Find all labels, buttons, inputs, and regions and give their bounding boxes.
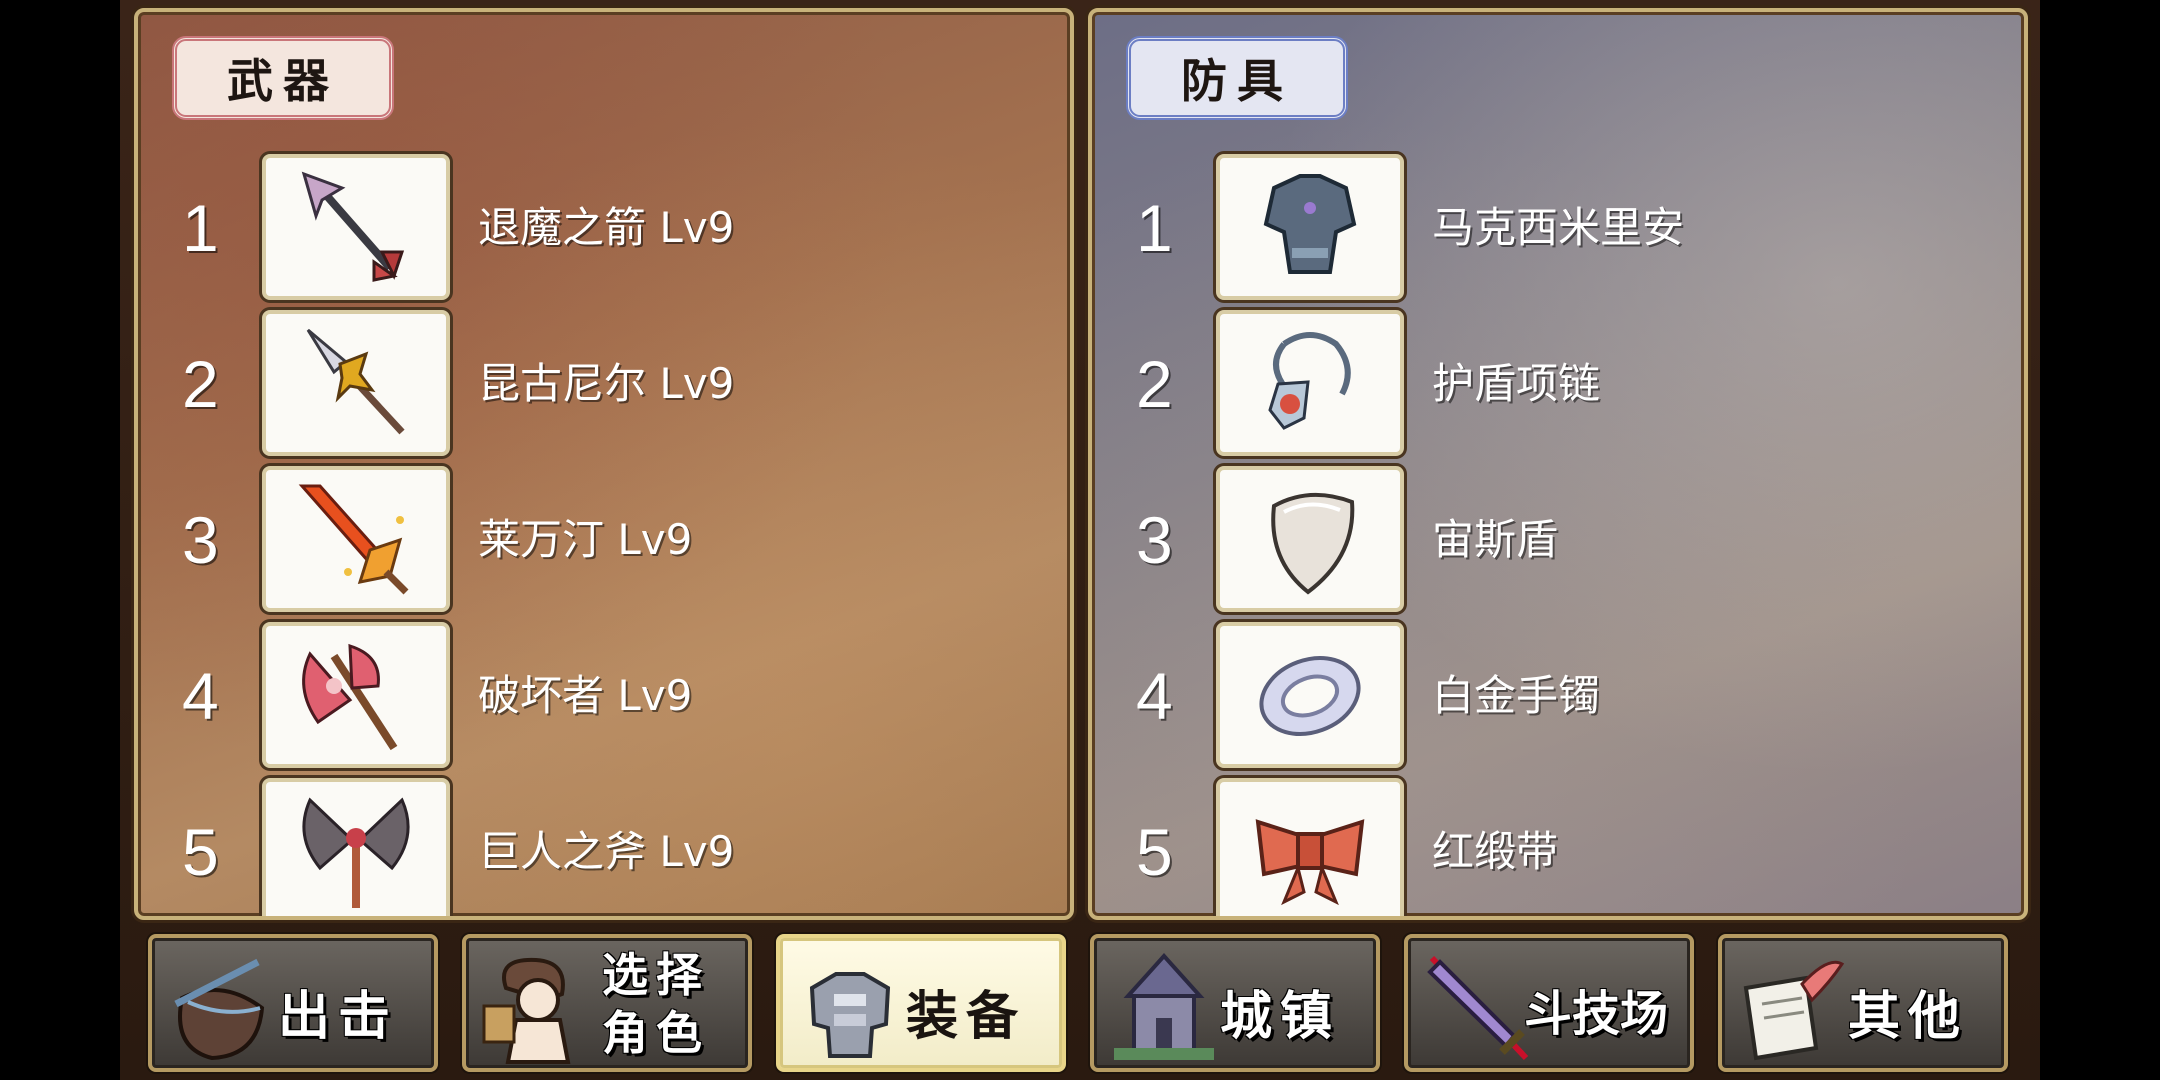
armor-row-3[interactable]: 3 宙斯盾 xyxy=(1092,466,2024,612)
armor-row-1[interactable]: 1 马克西米里安 xyxy=(1092,154,2024,300)
sword-icon xyxy=(1427,955,1529,1061)
armor-name: 红缎带 xyxy=(1432,827,1559,876)
nav-other-button[interactable]: 其他 xyxy=(1718,934,2008,1072)
bottom-nav: 出击 选择 角色 装备 城镇 斗技场 其他 xyxy=(120,928,2040,1080)
bracelet-icon xyxy=(1259,656,1361,736)
row-number: 2 xyxy=(182,347,219,421)
armor-name: 白金手镯 xyxy=(1432,671,1601,720)
armor-row-5[interactable]: 5 红缎带 xyxy=(1092,778,2024,916)
castle-icon xyxy=(1114,953,1214,1060)
nav-select-character-button[interactable]: 选择 角色 xyxy=(462,934,752,1072)
row-number: 1 xyxy=(182,191,219,265)
ribbon-icon xyxy=(1255,819,1365,906)
item-slot[interactable] xyxy=(1216,778,1404,916)
row-number: 3 xyxy=(182,503,219,577)
plate-armor-icon xyxy=(1263,174,1357,274)
row-number: 5 xyxy=(182,815,219,889)
nav-equipment-button[interactable]: 装备 xyxy=(776,934,1066,1072)
nav-equipment-label: 装备 xyxy=(906,987,1027,1047)
giant-axe-icon xyxy=(302,797,410,908)
weapon-row-4[interactable]: 4 破坏者 Lv9 xyxy=(138,622,1070,768)
armor-row-2[interactable]: 2 护盾项链 xyxy=(1092,310,2024,456)
weapon-name: 巨人之斧 Lv9 xyxy=(478,827,735,876)
armor-name: 护盾项链 xyxy=(1432,359,1601,408)
armor-icon xyxy=(809,972,891,1058)
row-number: 1 xyxy=(1136,191,1173,265)
nav-arena-label: 斗技场 xyxy=(1524,986,1669,1042)
weapon-panel: 武器 1 退魔之箭 Lv9 2 昆古尼尔 Lv9 3 莱万汀 Lv9 4 破坏者… xyxy=(134,8,1074,920)
weapon-row-3[interactable]: 3 莱万汀 Lv9 xyxy=(138,466,1070,612)
row-number: 4 xyxy=(1136,659,1173,733)
weapon-row-2[interactable]: 2 昆古尼尔 Lv9 xyxy=(138,310,1070,456)
shield-icon xyxy=(1271,492,1355,595)
nav-select-line1: 选择 xyxy=(602,948,710,1002)
scroll-icon xyxy=(1743,960,1845,1061)
nav-arena-button[interactable]: 斗技场 xyxy=(1404,934,1694,1072)
necklace-icon xyxy=(1268,332,1351,430)
armor-panel-title: 防具 xyxy=(1126,36,1348,120)
armor-name: 宙斯盾 xyxy=(1432,515,1559,564)
row-number: 5 xyxy=(1136,815,1173,889)
item-slot[interactable] xyxy=(1216,154,1404,300)
weapon-name: 昆古尼尔 Lv9 xyxy=(478,359,735,408)
character-icon xyxy=(482,957,571,1064)
item-slot[interactable] xyxy=(1216,466,1404,612)
nav-town-label: 城镇 xyxy=(1220,987,1341,1047)
item-slot[interactable] xyxy=(262,466,450,612)
nav-sortie-button[interactable]: 出击 xyxy=(148,934,438,1072)
nav-sortie-label: 出击 xyxy=(278,987,399,1047)
item-slot[interactable] xyxy=(1216,622,1404,768)
spear-icon xyxy=(306,328,405,435)
weapon-name: 莱万汀 Lv9 xyxy=(478,515,693,564)
armor-row-4[interactable]: 4 白金手镯 xyxy=(1092,622,2024,768)
item-slot[interactable] xyxy=(262,778,450,916)
row-number: 2 xyxy=(1136,347,1173,421)
battle-axe-icon xyxy=(302,643,398,751)
item-slot[interactable] xyxy=(262,622,450,768)
weapon-name: 退魔之箭 Lv9 xyxy=(478,203,735,252)
armor-name: 马克西米里安 xyxy=(1432,203,1685,252)
bag-icon xyxy=(174,958,265,1061)
item-slot[interactable] xyxy=(262,154,450,300)
weapon-name: 破坏者 Lv9 xyxy=(478,671,693,720)
nav-select-character-label: 选择 角色 xyxy=(602,946,710,1062)
nav-other-label: 其他 xyxy=(1848,987,1969,1047)
nav-select-line2: 角色 xyxy=(602,1006,710,1060)
flame-sword-icon xyxy=(298,484,409,595)
row-number: 3 xyxy=(1136,503,1173,577)
item-slot[interactable] xyxy=(262,310,450,456)
row-number: 4 xyxy=(182,659,219,733)
arrow-icon xyxy=(301,171,405,282)
weapon-row-1[interactable]: 1 退魔之箭 Lv9 xyxy=(138,154,1070,300)
armor-panel: 防具 1 马克西米里安 2 护盾项链 3 宙斯盾 4 白金手镯 5 红缎带 xyxy=(1088,8,2028,920)
weapon-row-5[interactable]: 5 巨人之斧 Lv9 xyxy=(138,778,1070,916)
item-slot[interactable] xyxy=(1216,310,1404,456)
nav-town-button[interactable]: 城镇 xyxy=(1090,934,1380,1072)
game-screen: 武器 1 退魔之箭 Lv9 2 昆古尼尔 Lv9 3 莱万汀 Lv9 4 破坏者… xyxy=(120,0,2040,1080)
weapon-panel-title: 武器 xyxy=(172,36,394,120)
